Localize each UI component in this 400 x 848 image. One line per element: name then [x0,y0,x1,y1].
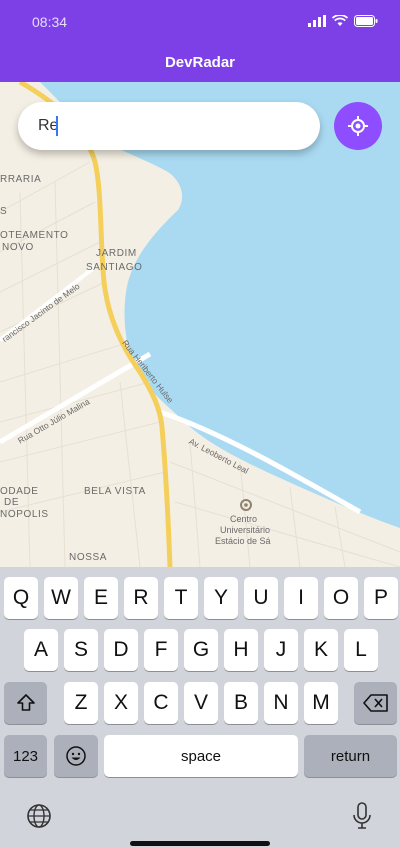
map-label: NOVO [2,242,34,253]
key-e[interactable]: E [84,577,118,619]
globe-button[interactable] [26,803,52,829]
key-b[interactable]: B [224,682,258,724]
emoji-key[interactable] [54,735,98,777]
signal-icon [308,15,326,27]
key-f[interactable]: F [144,629,178,671]
map-label: ODADE [0,486,39,497]
key-r[interactable]: R [124,577,158,619]
status-bar: 08:34 [0,0,400,44]
key-g[interactable]: G [184,629,218,671]
microphone-icon [353,802,371,829]
app-header: DevRadar [0,44,400,82]
wifi-icon [332,15,348,26]
backspace-key[interactable] [354,682,397,724]
map-label: SANTIAGO [86,262,143,273]
search-input[interactable] [18,102,320,150]
status-time: 08:34 [32,14,68,30]
battery-icon [354,15,378,27]
map-canvas [0,82,400,567]
key-i[interactable]: I [284,577,318,619]
key-x[interactable]: X [104,682,138,724]
key-c[interactable]: C [144,682,178,724]
map-label: S [0,206,8,217]
home-indicator [130,841,270,846]
backspace-icon [362,694,388,712]
key-h[interactable]: H [224,629,258,671]
key-u[interactable]: U [244,577,278,619]
map-label: NOPOLIS [0,509,49,520]
map-label: Centro [230,514,258,524]
key-a[interactable]: A [24,629,58,671]
location-crosshair-icon [348,116,368,136]
key-d[interactable]: D [104,629,138,671]
key-t[interactable]: T [164,577,198,619]
road-otto-julio-malina [0,351,152,445]
key-w[interactable]: W [44,577,78,619]
map-label: RRARIA [0,174,42,185]
space-key[interactable]: space [104,735,298,777]
page-title: DevRadar [164,54,236,71]
map-label: BELA VISTA [84,486,146,497]
globe-icon [27,804,51,828]
locate-button[interactable] [334,102,382,150]
key-n[interactable]: N [264,682,298,724]
map-view[interactable]: RRARIA S OTEAMENTO NOVO JARDIM SANTIAGO … [0,82,400,567]
shift-icon [16,694,35,711]
shift-key[interactable] [4,682,47,724]
emoji-icon [66,746,86,766]
status-icons [308,15,378,27]
map-label: DE [4,497,20,508]
key-m[interactable]: M [304,682,338,724]
numbers-key[interactable]: 123 [4,735,47,777]
map-label: JARDIM [96,248,137,259]
keyboard: Q W E R T Y U I O P A S D F G H J K L Z … [0,567,400,848]
key-j[interactable]: J [264,629,298,671]
return-key[interactable]: return [304,735,397,777]
key-k[interactable]: K [304,629,338,671]
key-v[interactable]: V [184,682,218,724]
key-q[interactable]: Q [4,577,38,619]
key-s[interactable]: S [64,629,98,671]
map-label: OTEAMENTO [0,230,69,241]
key-o[interactable]: O [324,577,358,619]
dictation-button[interactable] [352,801,372,831]
text-cursor [56,116,58,136]
map-label: NOSSA [69,552,108,563]
key-l[interactable]: L [344,629,378,671]
key-z[interactable]: Z [64,682,98,724]
map-label: Universitário [220,525,271,535]
key-y[interactable]: Y [204,577,238,619]
key-p[interactable]: P [364,577,398,619]
map-label: Estácio de Sá [215,536,271,546]
